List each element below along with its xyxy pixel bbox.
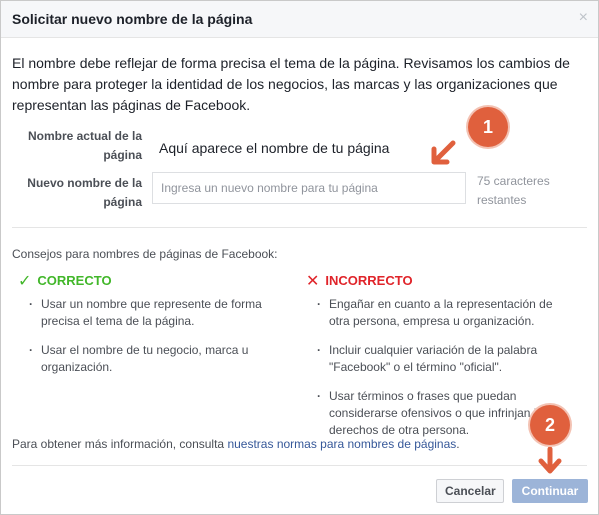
list-item: Engañar en cuanto a la representación de…: [311, 296, 561, 330]
intro-text: El nombre debe reflejar de forma precisa…: [12, 55, 570, 113]
correct-heading-label: CORRECTO: [37, 273, 112, 288]
current-name-value: Aquí aparece el nombre de tu página: [159, 140, 390, 156]
list-item: Usar un nombre que represente de forma p…: [23, 296, 263, 330]
arrow-down-left-icon: [431, 140, 456, 165]
incorrect-tips-list: Engañar en cuanto a la representación de…: [311, 296, 561, 451]
page-name-guidelines-link[interactable]: nuestras normas para nombres de páginas: [227, 437, 456, 451]
arrow-down-icon: [538, 447, 562, 474]
tips-title: Consejos para nombres de páginas de Face…: [12, 247, 278, 261]
current-name-label: Nombre actual de la página: [27, 129, 142, 162]
dialog-title: Solicitar nuevo nombre de la página: [12, 11, 253, 27]
new-name-input[interactable]: [152, 172, 466, 204]
chars-remaining-counter: 75 caracteres restantes: [477, 174, 550, 207]
dialog-header: Solicitar nuevo nombre de la página ×: [1, 1, 598, 38]
cancel-button[interactable]: Cancelar: [436, 479, 504, 503]
annotation-badge-2: 2: [530, 405, 570, 445]
more-info-suffix: .: [456, 437, 460, 451]
correct-tips-list: Usar un nombre que represente de forma p…: [23, 296, 263, 388]
close-icon[interactable]: ×: [579, 9, 588, 27]
rename-page-dialog: Solicitar nuevo nombre de la página × El…: [0, 0, 599, 515]
incorrect-heading: ✕ INCORRECTO: [306, 271, 413, 291]
continue-button[interactable]: Continuar: [512, 479, 588, 503]
list-item: Usar términos o frases que puedan consid…: [311, 388, 561, 439]
check-icon: ✓: [18, 273, 32, 290]
incorrect-heading-label: INCORRECTO: [325, 273, 413, 288]
more-info-text: Para obtener más información, consulta n…: [12, 437, 460, 451]
footer-divider: [12, 465, 587, 466]
cross-icon: ✕: [306, 273, 320, 290]
annotation-badge-1: 1: [468, 107, 508, 147]
new-name-label: Nuevo nombre de la página: [27, 176, 142, 209]
correct-heading: ✓ CORRECTO: [18, 271, 112, 291]
list-item: Incluir cualquier variación de la palabr…: [311, 342, 561, 376]
list-item: Usar el nombre de tu negocio, marca u or…: [23, 342, 263, 376]
more-info-prefix: Para obtener más información, consulta: [12, 437, 228, 451]
section-divider: [12, 227, 587, 228]
